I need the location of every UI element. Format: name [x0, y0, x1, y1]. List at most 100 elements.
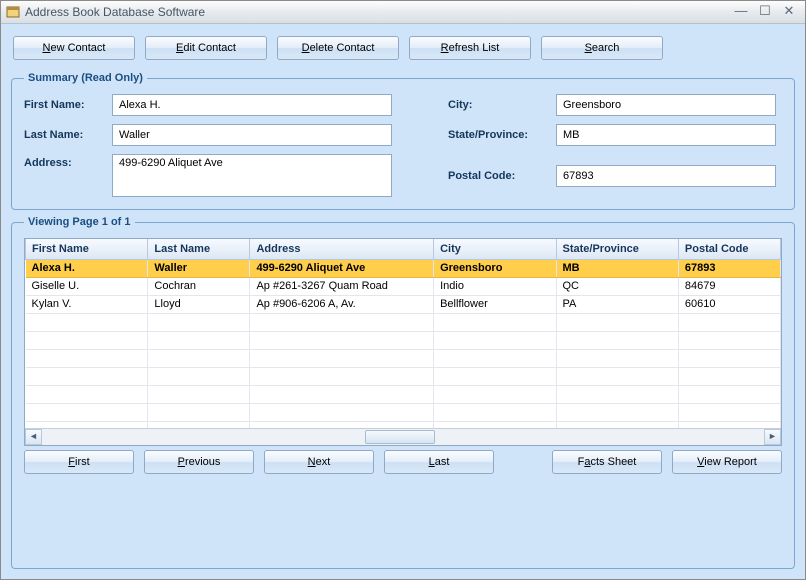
table-cell[interactable]	[26, 313, 148, 331]
horizontal-scrollbar[interactable]: ◄ ►	[25, 428, 781, 445]
previous-button[interactable]: Previous	[144, 450, 254, 474]
table-cell[interactable]	[148, 421, 250, 428]
table-row[interactable]	[26, 349, 781, 367]
table-cell[interactable]	[250, 367, 434, 385]
table-row[interactable]: Giselle U.CochranAp #261-3267 Quam RoadI…	[26, 277, 781, 295]
table-cell[interactable]	[26, 403, 148, 421]
table-cell[interactable]: Waller	[148, 259, 250, 277]
table-cell[interactable]: Cochran	[148, 277, 250, 295]
col-last-name[interactable]: Last Name	[148, 239, 250, 259]
table-cell[interactable]	[556, 331, 678, 349]
address-field[interactable]	[112, 154, 392, 197]
table-cell[interactable]	[148, 313, 250, 331]
table-cell[interactable]	[26, 331, 148, 349]
table-cell[interactable]: Kylan V.	[26, 295, 148, 313]
scroll-thumb[interactable]	[365, 430, 435, 444]
last-button[interactable]: Last	[384, 450, 494, 474]
scroll-right-arrow-icon[interactable]: ►	[764, 429, 781, 445]
table-cell[interactable]	[678, 349, 780, 367]
last-name-field[interactable]	[112, 124, 392, 146]
new-contact-button[interactable]: New Contact	[13, 36, 135, 60]
table-row[interactable]	[26, 331, 781, 349]
table-cell[interactable]: 60610	[678, 295, 780, 313]
table-cell[interactable]	[148, 385, 250, 403]
contacts-table[interactable]: First Name Last Name Address City State/…	[25, 239, 781, 428]
first-button[interactable]: First	[24, 450, 134, 474]
search-button[interactable]: Search	[541, 36, 663, 60]
table-cell[interactable]: Giselle U.	[26, 277, 148, 295]
table-row[interactable]: Alexa H.Waller499-6290 Aliquet AveGreens…	[26, 259, 781, 277]
table-cell[interactable]	[148, 367, 250, 385]
table-cell[interactable]	[250, 421, 434, 428]
table-row[interactable]: Kylan V.LloydAp #906-6206 A, Av.Bellflow…	[26, 295, 781, 313]
table-cell[interactable]	[250, 313, 434, 331]
table-cell[interactable]	[556, 421, 678, 428]
table-cell[interactable]	[556, 385, 678, 403]
table-cell[interactable]	[434, 421, 556, 428]
table-cell[interactable]	[26, 421, 148, 428]
table-cell[interactable]	[556, 367, 678, 385]
table-cell[interactable]: PA	[556, 295, 678, 313]
refresh-list-button[interactable]: Refresh List	[409, 36, 531, 60]
table-cell[interactable]: 499-6290 Aliquet Ave	[250, 259, 434, 277]
table-cell[interactable]	[678, 385, 780, 403]
table-cell[interactable]	[148, 403, 250, 421]
table-cell[interactable]	[26, 385, 148, 403]
facts-sheet-button[interactable]: Facts Sheet	[552, 450, 662, 474]
first-name-field[interactable]	[112, 94, 392, 116]
table-cell[interactable]	[250, 403, 434, 421]
edit-contact-button[interactable]: Edit Contact	[145, 36, 267, 60]
table-cell[interactable]: QC	[556, 277, 678, 295]
table-cell[interactable]	[556, 349, 678, 367]
table-cell[interactable]: Indio	[434, 277, 556, 295]
city-field[interactable]	[556, 94, 776, 116]
table-cell[interactable]	[678, 403, 780, 421]
table-cell[interactable]: Bellflower	[434, 295, 556, 313]
col-first-name[interactable]: First Name	[26, 239, 148, 259]
table-cell[interactable]	[434, 313, 556, 331]
table-cell[interactable]	[434, 403, 556, 421]
table-cell[interactable]: Greensboro	[434, 259, 556, 277]
table-cell[interactable]: MB	[556, 259, 678, 277]
table-cell[interactable]	[678, 313, 780, 331]
postal-field[interactable]	[556, 165, 776, 187]
table-cell[interactable]	[148, 331, 250, 349]
table-cell[interactable]	[26, 349, 148, 367]
view-report-button[interactable]: View Report	[672, 450, 782, 474]
table-cell[interactable]	[678, 421, 780, 428]
maximize-button[interactable]: ☐	[753, 4, 777, 20]
minimize-button[interactable]: —	[729, 4, 753, 20]
table-cell[interactable]	[250, 331, 434, 349]
table-cell[interactable]: 67893	[678, 259, 780, 277]
table-row[interactable]	[26, 421, 781, 428]
scroll-left-arrow-icon[interactable]: ◄	[25, 429, 42, 445]
table-cell[interactable]: Lloyd	[148, 295, 250, 313]
table-cell[interactable]	[26, 367, 148, 385]
table-cell[interactable]	[434, 385, 556, 403]
table-cell[interactable]: Alexa H.	[26, 259, 148, 277]
close-button[interactable]: ✕	[777, 4, 801, 20]
table-cell[interactable]	[556, 313, 678, 331]
delete-contact-button[interactable]: Delete Contact	[277, 36, 399, 60]
table-cell[interactable]: Ap #906-6206 A, Av.	[250, 295, 434, 313]
table-cell[interactable]	[148, 349, 250, 367]
col-city[interactable]: City	[434, 239, 556, 259]
col-state[interactable]: State/Province	[556, 239, 678, 259]
next-button[interactable]: Next	[264, 450, 374, 474]
table-cell[interactable]	[434, 349, 556, 367]
table-cell[interactable]	[434, 367, 556, 385]
col-postal[interactable]: Postal Code	[678, 239, 780, 259]
table-cell[interactable]	[556, 403, 678, 421]
table-row[interactable]	[26, 403, 781, 421]
state-field[interactable]	[556, 124, 776, 146]
table-cell[interactable]	[250, 349, 434, 367]
table-cell[interactable]: 84679	[678, 277, 780, 295]
table-row[interactable]	[26, 313, 781, 331]
table-cell[interactable]	[678, 331, 780, 349]
col-address[interactable]: Address	[250, 239, 434, 259]
table-cell[interactable]	[434, 331, 556, 349]
table-cell[interactable]	[678, 367, 780, 385]
table-cell[interactable]	[250, 385, 434, 403]
table-row[interactable]	[26, 367, 781, 385]
table-header-row[interactable]: First Name Last Name Address City State/…	[26, 239, 781, 259]
